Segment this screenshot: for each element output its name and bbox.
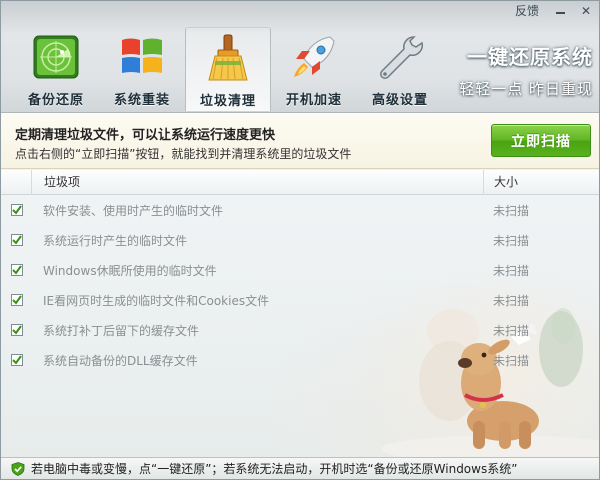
row-size-value: 未扫描	[493, 233, 530, 248]
check-icon	[12, 325, 22, 335]
info-headline: 定期清理垃圾文件，可以让系统运行速度更快	[15, 128, 276, 143]
main-nav: 备份还原 系统重装 垃圾清理 开机加速 高级设置	[13, 27, 443, 111]
table-row[interactable]: 软件安装、使用时产生的临时文件 未扫描	[1, 195, 599, 225]
nav-label: 垃圾清理	[199, 94, 256, 109]
status-text: 若电脑中毒或变慢，点“一键还原”；若系统无法启动，开机时选“备份或还原Windo…	[31, 462, 518, 476]
check-icon	[12, 235, 22, 245]
scan-now-button[interactable]: 立即扫描	[491, 124, 591, 157]
shield-check-icon	[11, 461, 25, 476]
broom-icon	[202, 34, 254, 82]
row-checkbox[interactable]	[11, 204, 23, 216]
row-checkbox[interactable]	[11, 324, 23, 336]
nav-label: 备份还原	[27, 93, 84, 108]
row-item-label: 系统打补丁后留下的缓存文件	[43, 323, 200, 338]
minimize-icon	[555, 12, 565, 14]
feedback-link[interactable]: 反馈	[507, 1, 547, 21]
row-size-value: 未扫描	[493, 203, 530, 218]
check-icon	[12, 355, 22, 365]
status-bar: 若电脑中毒或变慢，点“一键还原”；若系统无法启动，开机时选“备份或还原Windo…	[1, 457, 599, 479]
nav-boot-speedup[interactable]: 开机加速	[271, 27, 357, 111]
row-checkbox[interactable]	[11, 294, 23, 306]
row-size-value: 未扫描	[493, 263, 530, 278]
brand-title: 一键还原系统	[467, 45, 593, 69]
row-checkbox[interactable]	[11, 264, 23, 276]
row-item-label: 系统自动备份的DLL缓存文件	[43, 353, 198, 368]
info-bar: 定期清理垃圾文件，可以让系统运行速度更快 点击右侧的“立即扫描”按钮，就能找到并…	[1, 113, 599, 169]
row-checkbox[interactable]	[11, 234, 23, 246]
check-icon	[12, 265, 22, 275]
row-size-value: 未扫描	[493, 323, 530, 338]
window-controls: 反馈 ✕	[507, 1, 599, 21]
nav-junk-clean[interactable]: 垃圾清理	[185, 27, 271, 111]
radar-icon	[30, 33, 82, 81]
table-row[interactable]: Windows休眠所使用的临时文件 未扫描	[1, 255, 599, 285]
brand-slogan: 轻轻一点 昨日重现	[459, 80, 593, 98]
junk-items-table: 垃圾项 大小 软件安装、使用时产生的临时文件 未扫描 系统运行时产生的临时文件 …	[1, 169, 599, 375]
table-row[interactable]: 系统运行时产生的临时文件 未扫描	[1, 225, 599, 255]
row-size-value: 未扫描	[493, 353, 530, 368]
check-icon	[12, 205, 22, 215]
row-checkbox[interactable]	[11, 354, 23, 366]
minimize-button[interactable]	[547, 1, 573, 21]
row-item-label: 软件安装、使用时产生的临时文件	[43, 203, 224, 218]
nav-system-reinstall[interactable]: 系统重装	[99, 27, 185, 111]
app-window: 反馈 ✕ 备份还原 系统重装 垃圾清理 开机加速 高级设置 一键还原系统 轻轻一…	[0, 0, 600, 480]
nav-backup-restore[interactable]: 备份还原	[13, 27, 99, 111]
header-size[interactable]: 大小	[483, 169, 599, 195]
table-row[interactable]: 系统打补丁后留下的缓存文件 未扫描	[1, 315, 599, 345]
table-header: 垃圾项 大小	[1, 169, 599, 195]
info-hint: 点击右侧的“立即扫描”按钮，就能找到并清理系统里的垃圾文件	[15, 147, 352, 161]
nav-label: 系统重装	[113, 93, 170, 108]
table-row[interactable]: IE看网页时生成的临时文件和Cookies文件 未扫描	[1, 285, 599, 315]
row-item-label: 系统运行时产生的临时文件	[43, 233, 188, 248]
nav-advanced-settings[interactable]: 高级设置	[357, 27, 443, 111]
row-item-label: Windows休眠所使用的临时文件	[43, 263, 217, 278]
table-row[interactable]: 系统自动备份的DLL缓存文件 未扫描	[1, 345, 599, 375]
row-size-value: 未扫描	[493, 293, 530, 308]
windows-logo-icon	[116, 33, 168, 81]
row-item-label: IE看网页时生成的临时文件和Cookies文件	[43, 293, 270, 308]
rocket-icon	[288, 33, 340, 81]
check-icon	[12, 295, 22, 305]
header-item[interactable]: 垃圾项	[31, 169, 483, 195]
nav-label: 高级设置	[371, 93, 428, 108]
brand: 一键还原系统 轻轻一点 昨日重现	[459, 41, 593, 99]
close-button[interactable]: ✕	[573, 1, 599, 21]
wrench-icon	[374, 33, 426, 81]
nav-label: 开机加速	[285, 93, 342, 108]
header-toolbar: 反馈 ✕ 备份还原 系统重装 垃圾清理 开机加速 高级设置 一键还原系统 轻轻一…	[1, 1, 599, 113]
